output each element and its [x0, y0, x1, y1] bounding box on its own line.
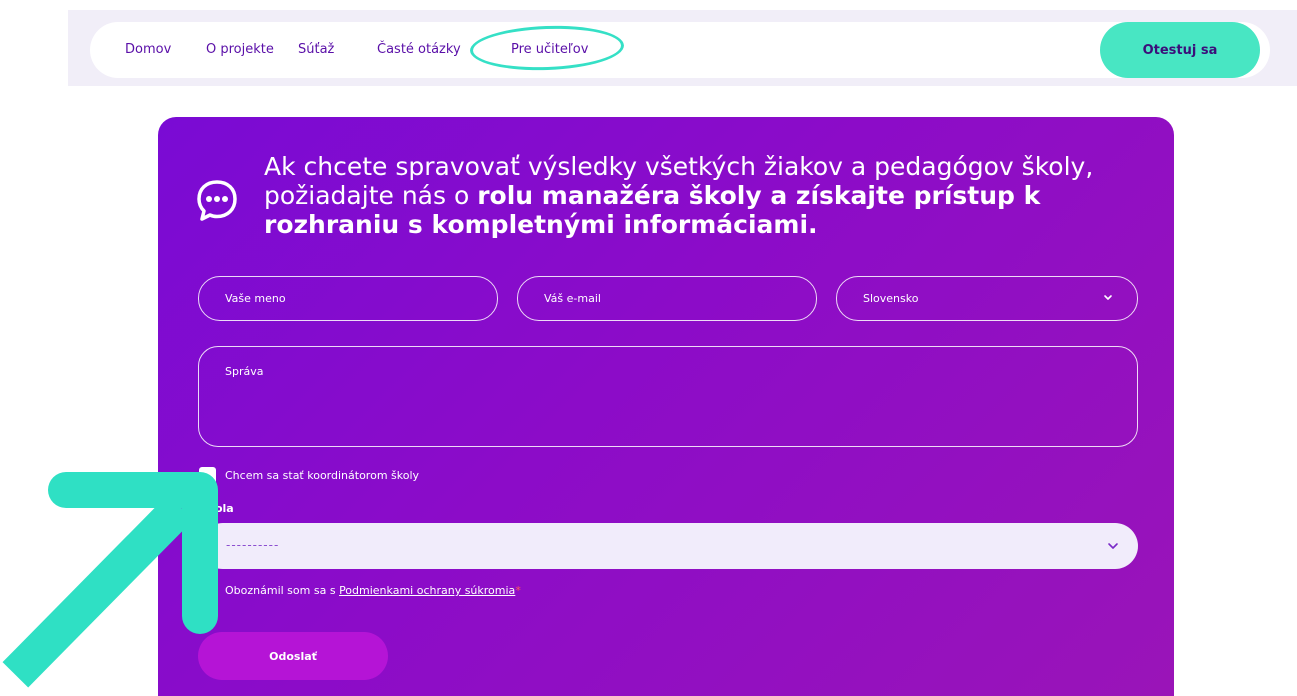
chat-bubble-icon	[197, 180, 237, 221]
nav-link-domov[interactable]: Domov	[125, 42, 171, 57]
privacy-checkbox-label: Oboznámil som sa s Podmienkami ochrany s…	[225, 584, 521, 597]
school-label: Škola	[200, 502, 234, 515]
message-placeholder: Správa	[225, 365, 264, 378]
country-select[interactable]: Slovensko	[836, 276, 1138, 321]
chevron-down-icon	[1104, 295, 1112, 300]
required-asterisk: *	[515, 584, 521, 597]
nav-link-sutaz[interactable]: Súťaž	[298, 42, 334, 57]
coordinator-checkbox[interactable]	[199, 467, 216, 484]
test-yourself-button[interactable]: Otestuj sa	[1100, 22, 1260, 78]
page: Domov O projekte Súťaž Časté otázky Pre …	[0, 0, 1297, 696]
message-textarea[interactable]: Správa	[198, 346, 1138, 447]
country-select-value: Slovensko	[863, 292, 919, 305]
name-field[interactable]: Vaše meno	[198, 276, 498, 321]
school-select[interactable]: ----------	[200, 523, 1138, 569]
privacy-checkbox[interactable]	[199, 581, 216, 598]
intro-headline: Ak chcete spravovať výsledky všetkých ži…	[264, 152, 1154, 239]
privacy-prefix: Oboznámil som sa s	[225, 584, 340, 597]
email-field-placeholder: Váš e-mail	[544, 292, 601, 305]
coordinator-checkbox-label: Chcem sa stať koordinátorom školy	[225, 469, 420, 482]
submit-button[interactable]: Odoslať	[198, 632, 388, 680]
name-field-placeholder: Vaše meno	[225, 292, 286, 305]
email-field[interactable]: Váš e-mail	[517, 276, 817, 321]
nav-link-o-projekte[interactable]: O projekte	[206, 42, 274, 57]
chevron-down-icon	[1108, 543, 1118, 549]
nav-link-caste-otazky[interactable]: Časté otázky	[377, 42, 461, 57]
privacy-policy-link[interactable]: Podmienkami ochrany súkromia	[339, 584, 515, 597]
school-select-value: ----------	[226, 538, 280, 552]
